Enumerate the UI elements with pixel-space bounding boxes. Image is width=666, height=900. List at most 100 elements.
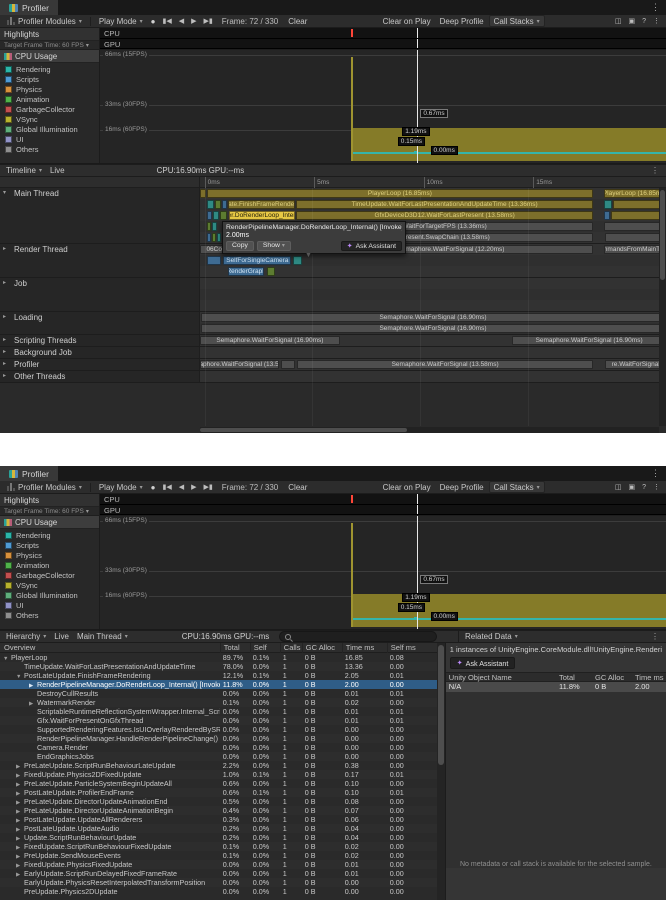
live-toggle[interactable]: Live	[50, 631, 73, 643]
hierarchy-row[interactable]: EarlyUpdate.PhysicsResetInterpolatedTran…	[0, 878, 437, 887]
help-icon[interactable]: ?	[639, 15, 649, 27]
ask-assistant-button[interactable]: ✦ Ask Assistant	[340, 241, 402, 251]
foldout-arrow-icon[interactable]: ▸	[3, 360, 6, 367]
gpu-highlight-strip[interactable]: GPU	[100, 38, 666, 49]
hierarchy-row[interactable]: ▶ EarlyUpdate.ScriptRunDelayedFixedFrameR…	[0, 869, 437, 878]
legend-item-animation[interactable]: Animation	[0, 94, 99, 104]
hierarchy-row[interactable]: ▼ PostLateUpdate.FinishFrameRendering 12.1…	[0, 671, 437, 680]
column-header-total[interactable]: Total	[219, 642, 250, 653]
related-menu-icon[interactable]: ⋮	[646, 632, 664, 641]
module-cpu-usage[interactable]: CPU Usage	[0, 50, 99, 63]
legend-item-vsync[interactable]: VSync	[0, 580, 99, 590]
timeline-bar[interactable]	[604, 233, 666, 242]
legend-item-others[interactable]: Others	[0, 144, 99, 154]
foldout-arrow-icon[interactable]: ▸	[3, 313, 6, 320]
legend-item-garbagecollector[interactable]: GarbageCollector	[0, 570, 99, 580]
column-header-overview[interactable]: Overview	[0, 643, 220, 653]
module-highlights[interactable]: Highlights	[0, 28, 99, 41]
show-dropdown[interactable]: Show ▾	[256, 241, 291, 251]
legend-item-ui[interactable]: UI	[0, 134, 99, 144]
tree-arrow-icon[interactable]: ▶	[29, 700, 37, 707]
legend-item-scripts[interactable]: Scripts	[0, 74, 99, 84]
hierarchy-row[interactable]: ▶ FixedUpdate.Physics2DFixedUpdate 1.0% 0.1…	[0, 770, 437, 779]
thread-dropdown[interactable]: Main Thread ▾	[73, 631, 132, 643]
track-header[interactable]: ▸ Render Thread	[0, 244, 200, 277]
record-button[interactable]: ●	[148, 15, 159, 27]
call-stacks-dropdown[interactable]: Call Stacks ▾	[488, 15, 545, 27]
hierarchy-row[interactable]: ▶ PostLateUpdate.UpdateAudio 0.2% 0.0% 1 0 B0…	[0, 824, 437, 833]
hierarchy-row[interactable]: ▶ RenderPipelineManager.DoRenderLoop_Inte…	[0, 680, 437, 689]
hierarchy-row[interactable]: TimeUpdate.WaitForLastPresentationAndUpd…	[0, 662, 437, 671]
first-frame-button[interactable]: ▮◀	[159, 481, 174, 493]
cpu-highlight-strip[interactable]: CPU	[100, 494, 666, 505]
timeline-bar[interactable]: Semaphore.WaitForSignal (16.90ms)	[200, 336, 340, 345]
legend-item-scripts[interactable]: Scripts	[0, 540, 99, 550]
timeline-bar[interactable]	[281, 360, 296, 369]
tree-arrow-icon[interactable]: ▶	[16, 763, 24, 770]
foldout-arrow-icon[interactable]: ▸	[3, 336, 6, 343]
column-header-calls[interactable]: Calls	[279, 642, 302, 653]
timeline-bar[interactable]: re.WaitForSignal	[605, 360, 666, 369]
module-highlights[interactable]: Highlights	[0, 494, 99, 507]
related-row[interactable]: N/A 11.8% 0 B 2.00	[445, 682, 666, 692]
legend-item-vsync[interactable]: VSync	[0, 114, 99, 124]
timeline-bar[interactable]	[216, 233, 222, 242]
deep-profile-toggle[interactable]: Deep Profile	[436, 481, 488, 493]
tree-arrow-icon[interactable]: ▶	[16, 808, 24, 815]
hierarchy-row[interactable]: ▶ PostLateUpdate.ProfilerEndFrame 0.6% 0.1%…	[0, 788, 437, 797]
timeline-bar[interactable]: GfxDeviceD3D12.WaitForLastPresent (13.58…	[295, 211, 594, 220]
live-toggle[interactable]: Live	[46, 165, 69, 177]
scrollbar-thumb[interactable]	[200, 428, 407, 432]
last-frame-button[interactable]: ▶▮	[201, 481, 216, 493]
clear-on-play-toggle[interactable]: Clear on Play	[379, 15, 435, 27]
timeline-bar[interactable]	[267, 267, 275, 276]
hierarchy-row[interactable]: RenderPipelineManager.HandleRenderPipeli…	[0, 734, 437, 743]
vertical-scrollbar[interactable]	[436, 643, 445, 900]
hierarchy-row[interactable]: SupportedRenderingFeatures.IsUIOverlayRe…	[0, 725, 437, 734]
column-header-gc-alloc[interactable]: GC Alloc	[592, 673, 632, 682]
profiler-modules-dropdown[interactable]: Profiler Modules ▾	[3, 481, 86, 493]
hierarchy-row[interactable]: ▶ Update.ScriptRunBehaviourUpdate 0.2% 0.0%…	[0, 833, 437, 842]
copy-button[interactable]: Copy	[226, 241, 254, 251]
legend-item-ui[interactable]: UI	[0, 600, 99, 610]
next-frame-button[interactable]: ▶	[188, 15, 199, 27]
layout-icon[interactable]: ◫	[612, 481, 625, 493]
legend-item-physics[interactable]: Physics	[0, 84, 99, 94]
first-frame-button[interactable]: ▮◀	[159, 15, 174, 27]
legend-item-rendering[interactable]: Rendering	[0, 64, 99, 74]
timeline-bar[interactable]: PostLateUpdate.FinishFrameRendering (2.0…	[228, 200, 295, 209]
timeline-bar[interactable]	[212, 222, 217, 231]
tree-arrow-icon[interactable]: ▶	[29, 682, 37, 689]
column-header-total[interactable]: Total	[556, 673, 592, 682]
record-button[interactable]: ●	[148, 481, 159, 493]
timeline-bar[interactable]	[206, 222, 212, 231]
tree-arrow-icon[interactable]: ▶	[16, 862, 24, 869]
column-header-time-ms[interactable]: Time ms	[341, 642, 387, 653]
timeline-bar[interactable]: Semaphore.WaitForSignal (16.90ms)	[201, 313, 665, 322]
hierarchy-row[interactable]: ▶ PreLateUpdate.ScriptRunBehaviourLateUpd…	[0, 761, 437, 770]
tree-arrow-icon[interactable]: ▶	[16, 853, 24, 860]
selected-frame-line[interactable]	[416, 516, 418, 629]
timeline-bar[interactable]: Semaphore.WaitForSignal (16.90ms)	[201, 324, 665, 333]
timeline-bar[interactable]: Semaphore.WaitForSignal (13.58ms)	[200, 360, 280, 369]
horizontal-scrollbar[interactable]	[200, 427, 659, 433]
cpu-usage-chart[interactable]: 66ms (15FPS) 33ms (30FPS) 16ms (60FPS) 0…	[100, 516, 666, 629]
selected-frame-line[interactable]	[416, 50, 418, 163]
hierarchy-row[interactable]: ▶ FixedUpdate.PhysicsFixedUpdate 0.0% 0.0% 1…	[0, 860, 437, 869]
hierarchy-row[interactable]: Gfx.WaitForPresentOnGfxThread 0.0% 0.0% 1 0 …	[0, 716, 437, 725]
foldout-arrow-icon[interactable]: ▾	[3, 189, 6, 196]
search-field[interactable]	[279, 631, 438, 642]
timeline-bar[interactable]	[221, 200, 228, 209]
track-header[interactable]: ▸ Other Threads	[0, 371, 200, 382]
prev-frame-button[interactable]: ◀	[176, 15, 187, 27]
target-frame-time-dropdown[interactable]: Target Frame Time: 60 FPS ▾	[0, 507, 99, 515]
search-input[interactable]	[294, 632, 432, 641]
timeline-bar[interactable]	[219, 211, 228, 220]
timeline-bar[interactable]	[200, 189, 206, 198]
tree-arrow-icon[interactable]: ▶	[16, 871, 24, 878]
hierarchy-row[interactable]: EndGraphicsJobs 0.0% 0.0% 1 0 B 0.00 0.00	[0, 752, 437, 761]
hierarchy-row[interactable]: ▶ PostLateUpdate.UpdateAllRenderers 0.3% 0.…	[0, 815, 437, 824]
timeline-bar[interactable]	[611, 211, 666, 220]
module-cpu-usage[interactable]: CPU Usage	[0, 516, 99, 529]
hierarchy-row[interactable]: ▶ PreLateUpdate.DirectorUpdateAnimationBe…	[0, 806, 437, 815]
